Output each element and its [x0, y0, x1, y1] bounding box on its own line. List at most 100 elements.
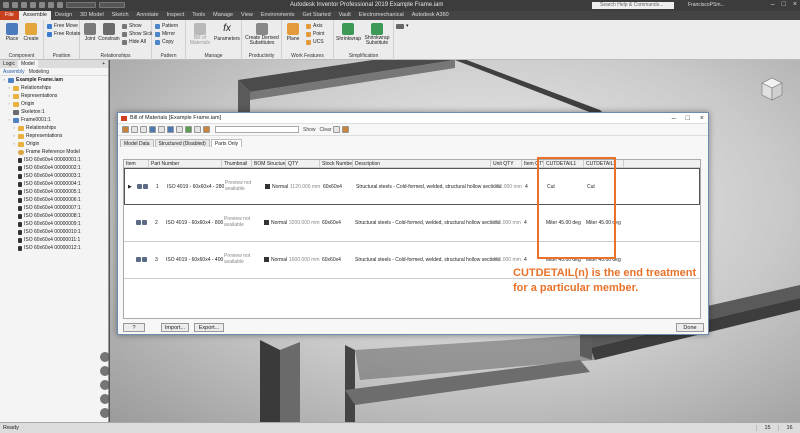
- plane-button[interactable]: Plane: [284, 23, 302, 42]
- free-rotate-button[interactable]: Free Rotate: [47, 31, 80, 37]
- help-button[interactable]: ?: [123, 323, 145, 332]
- expand-toggle-icon[interactable]: ›: [7, 100, 11, 108]
- modeling-view-link[interactable]: Modeling: [29, 68, 49, 75]
- constrain-button[interactable]: Constrain: [98, 23, 120, 42]
- bill-of-materials-button[interactable]: Bill of Materials: [188, 23, 212, 46]
- expand-toggle-icon[interactable]: ›: [7, 116, 11, 124]
- expand-toggle-icon[interactable]: ›: [12, 132, 16, 140]
- ribbon-tab-annotate[interactable]: Annotate: [133, 11, 163, 20]
- redo-icon[interactable]: [48, 2, 54, 8]
- tree-node[interactable]: ISO 60x60x4 00000002:1: [0, 164, 108, 172]
- ribbon-tab-assemble[interactable]: Assemble: [18, 11, 52, 20]
- update-mass-icon[interactable]: [185, 126, 192, 133]
- show-button[interactable]: Show: [303, 127, 316, 133]
- orbit-icon[interactable]: [100, 394, 110, 404]
- add-browser-tab-button[interactable]: +: [99, 60, 108, 68]
- show-button[interactable]: Show: [122, 23, 142, 29]
- show-sick-button[interactable]: Show Sick: [122, 31, 152, 37]
- done-button[interactable]: Done: [676, 323, 704, 332]
- ribbon-tab-file[interactable]: File: [0, 11, 19, 20]
- tree-node[interactable]: ISO 60x60x4 00000005:1: [0, 188, 108, 196]
- ribbon-tab-3d-model[interactable]: 3D Model: [76, 11, 108, 20]
- expand-toggle-icon[interactable]: ›: [12, 140, 16, 148]
- ribbon-tab-view[interactable]: View: [237, 11, 257, 20]
- pan-icon[interactable]: [100, 366, 110, 376]
- import-button[interactable]: Import...: [161, 323, 189, 332]
- help-search-input[interactable]: Search Help & Commands...: [592, 2, 674, 9]
- viewcube[interactable]: [758, 75, 786, 103]
- bom-tab-parts-only[interactable]: Parts Only: [210, 139, 243, 147]
- zoom-icon[interactable]: [100, 380, 110, 390]
- ribbon-tab-tools[interactable]: Tools: [188, 11, 209, 20]
- column-header-description[interactable]: Description: [353, 160, 491, 168]
- new-file-icon[interactable]: [12, 2, 18, 8]
- expand-toggle-icon[interactable]: ›: [7, 92, 11, 100]
- tree-node[interactable]: › Origin: [0, 140, 108, 148]
- choose-columns-icon[interactable]: [131, 126, 138, 133]
- filter-combo[interactable]: [215, 126, 299, 133]
- expand-toggle-icon[interactable]: ›: [2, 76, 6, 84]
- close-icon[interactable]: ×: [700, 113, 704, 124]
- ribbon-options-button[interactable]: ▾: [396, 23, 409, 29]
- bom-export-icon[interactable]: [342, 126, 350, 133]
- maximize-icon[interactable]: □: [686, 113, 690, 124]
- column-header-bom-structure[interactable]: BOM Structure: [252, 160, 286, 168]
- ribbon-tab-sketch[interactable]: Sketch: [108, 11, 133, 20]
- ribbon-tab-get-started[interactable]: Get Started: [299, 11, 335, 20]
- edit-icon[interactable]: [122, 126, 129, 133]
- maximize-icon[interactable]: □: [782, 1, 786, 8]
- tree-node[interactable]: ISO 60x60x4 00000007:1: [0, 204, 108, 212]
- settings-icon[interactable]: [333, 126, 341, 133]
- shrinkwrap-substitute-button[interactable]: Shrinkwrap Substitute: [362, 23, 392, 46]
- ucs-button[interactable]: UCS: [306, 39, 324, 45]
- pattern-button[interactable]: Pattern: [155, 23, 178, 29]
- material-selector[interactable]: [66, 2, 96, 8]
- tree-node[interactable]: ISO 60x60x4 00000001:1: [0, 156, 108, 164]
- filter-icon[interactable]: [203, 126, 210, 133]
- tree-node[interactable]: ISO 60x60x4 00000004:1: [0, 180, 108, 188]
- minimize-icon[interactable]: –: [672, 113, 676, 124]
- tree-node[interactable]: Frame Reference Model: [0, 148, 108, 156]
- tree-node[interactable]: ISO 60x60x4 00000012:1: [0, 244, 108, 252]
- tree-node[interactable]: › Representations: [0, 92, 108, 100]
- browser-tab-logic[interactable]: Logic: [0, 60, 18, 68]
- tree-node[interactable]: ISO 60x60x4 00000009:1: [0, 220, 108, 228]
- column-header-thumbnail[interactable]: Thumbnail: [222, 160, 252, 168]
- tree-node[interactable]: ISO 60x60x4 00000006:1: [0, 196, 108, 204]
- tree-node[interactable]: › Relationships: [0, 84, 108, 92]
- tree-node[interactable]: › Origin: [0, 100, 108, 108]
- tree-node[interactable]: ISO 60x60x4 00000003:1: [0, 172, 108, 180]
- user-account[interactable]: FranciscoPSm...: [688, 2, 725, 8]
- export-button[interactable]: Export...: [194, 323, 224, 332]
- open-file-icon[interactable]: [21, 2, 27, 8]
- column-header-unit-qty[interactable]: Unit QTY: [491, 160, 522, 168]
- part-number-merge-icon[interactable]: [167, 126, 174, 133]
- point-button[interactable]: Point: [306, 31, 324, 37]
- axis-button[interactable]: Axis: [306, 23, 322, 29]
- close-icon[interactable]: ×: [793, 1, 797, 8]
- ribbon-tab-inspect[interactable]: Inspect: [163, 11, 189, 20]
- tree-node[interactable]: Skeleton:1: [0, 108, 108, 116]
- bom-tab-model-data[interactable]: Model Data: [120, 139, 154, 147]
- ribbon-tab-electromechanical[interactable]: Electromechanical: [355, 11, 408, 20]
- navigation-wheel-icon[interactable]: [100, 352, 110, 362]
- place-button[interactable]: Place: [3, 23, 21, 42]
- sort-icon[interactable]: [149, 126, 156, 133]
- bom-tab-structured-disabled-[interactable]: Structured (Disabled): [154, 139, 210, 147]
- tree-node[interactable]: › Example Frame.iam: [0, 76, 108, 84]
- appearance-selector[interactable]: [99, 2, 125, 8]
- ribbon-tab-manage[interactable]: Manage: [209, 11, 237, 20]
- expand-toggle-icon[interactable]: ›: [12, 124, 16, 132]
- free-move-button[interactable]: Free Move: [47, 23, 78, 29]
- expand-toggle-icon[interactable]: ›: [7, 84, 11, 92]
- ribbon-tab-vault[interactable]: Vault: [335, 11, 355, 20]
- hide-all-button[interactable]: Hide All: [122, 39, 146, 45]
- undo-icon[interactable]: [39, 2, 45, 8]
- column-header-qty[interactable]: QTY: [286, 160, 320, 168]
- renumber-icon[interactable]: [158, 126, 165, 133]
- tree-node[interactable]: ISO 60x60x4 00000010:1: [0, 228, 108, 236]
- tree-node[interactable]: › Relationships: [0, 124, 108, 132]
- ribbon-tab-environments[interactable]: Environments: [257, 11, 299, 20]
- joint-button[interactable]: Joint: [82, 23, 98, 42]
- view-options-icon[interactable]: [194, 126, 201, 133]
